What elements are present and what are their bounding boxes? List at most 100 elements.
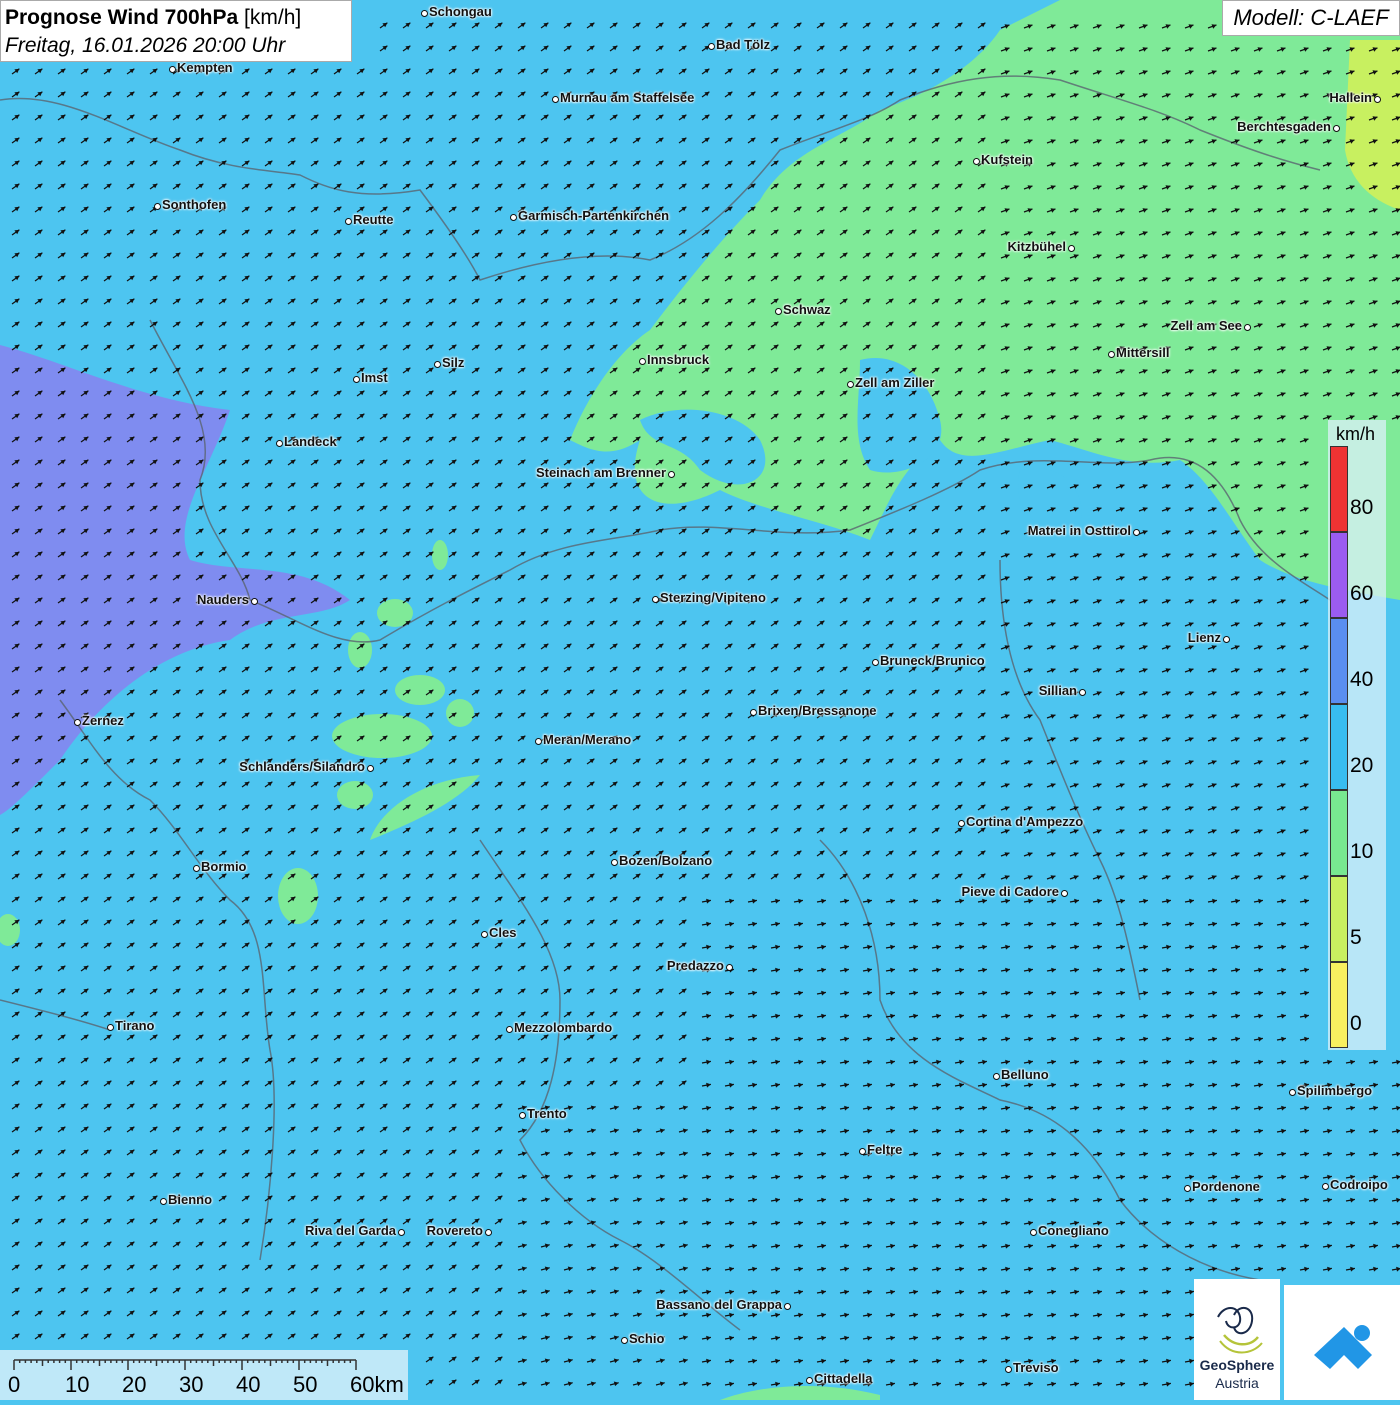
color-legend: km/h 80 60 40 20 10 5 0: [1328, 420, 1386, 1050]
scale-label: 0: [8, 1372, 20, 1398]
city-marker: [367, 765, 374, 772]
city-label: Predazzo: [667, 958, 724, 973]
city-label: Cles: [489, 925, 516, 940]
city-marker: [668, 471, 675, 478]
city-label: Steinach am Brenner: [536, 465, 666, 480]
city-label: Feltre: [867, 1142, 902, 1157]
city-label: Zell am Ziller: [855, 375, 934, 390]
legend-tick-label: 80: [1350, 496, 1373, 520]
city-label: Berchtesgaden: [1237, 119, 1331, 134]
city-marker: [506, 1026, 513, 1033]
city-label: Matrei in Osttirol: [1028, 523, 1131, 538]
city-label: Landeck: [284, 434, 337, 449]
scale-label: 10: [65, 1372, 89, 1398]
scale-label: 40: [236, 1372, 260, 1398]
city-marker: [973, 158, 980, 165]
city-label: Bruneck/Brunico: [880, 653, 985, 668]
legend-tick-label: 0: [1350, 1012, 1362, 1036]
city-label: Treviso: [1013, 1360, 1059, 1375]
city-marker: [708, 43, 715, 50]
brand-sub: Austria: [1194, 1375, 1280, 1391]
city-marker: [847, 381, 854, 388]
city-label: Pieve di Cadore: [961, 884, 1059, 899]
legend-swatch: [1330, 704, 1348, 790]
city-marker: [775, 308, 782, 315]
model-label: Modell: C-LAEF: [1222, 0, 1400, 36]
map-title: Prognose Wind 700hPa [km/h]: [5, 4, 347, 32]
city-marker: [345, 218, 352, 225]
city-marker: [1374, 96, 1381, 103]
city-label: Reutte: [353, 212, 393, 227]
city-marker: [276, 440, 283, 447]
city-marker: [552, 96, 559, 103]
city-marker: [1223, 636, 1230, 643]
city-marker: [107, 1024, 114, 1031]
city-label: Trento: [527, 1106, 567, 1121]
legend-tick-label: 10: [1350, 840, 1373, 864]
city-label: Tirano: [115, 1018, 155, 1033]
city-label: Codroipo: [1330, 1177, 1388, 1192]
city-marker: [160, 1198, 167, 1205]
city-marker: [784, 1303, 791, 1310]
city-label: Garmisch-Partenkirchen: [518, 208, 669, 223]
city-label: Schlanders/Silandro: [239, 759, 365, 774]
city-marker: [434, 361, 441, 368]
legend-tick-label: 5: [1350, 926, 1362, 950]
scale-label: 50: [293, 1372, 317, 1398]
city-marker: [639, 358, 646, 365]
geosphere-logo: GeoSphere Austria: [1194, 1279, 1280, 1400]
geosphere-swirl-icon: [1194, 1287, 1280, 1367]
city-label: Nauders: [197, 592, 249, 607]
city-marker: [993, 1073, 1000, 1080]
city-label: Cortina d'Ampezzo: [966, 814, 1083, 829]
external-link-icon[interactable]: [1284, 1285, 1400, 1400]
city-marker: [1079, 689, 1086, 696]
legend-unit: km/h: [1336, 424, 1375, 445]
city-label: Zell am See: [1170, 318, 1242, 333]
city-marker: [1244, 324, 1251, 331]
scale-label: 60km: [350, 1372, 404, 1398]
city-label: Mittersill: [1116, 345, 1169, 360]
city-marker: [1322, 1183, 1329, 1190]
city-marker: [1333, 125, 1340, 132]
city-label: Schio: [629, 1331, 664, 1346]
city-label: Sterzing/Vipiteno: [660, 590, 766, 605]
city-label: Meran/Merano: [543, 732, 631, 747]
city-label: Pordenone: [1192, 1179, 1260, 1194]
city-marker: [611, 859, 618, 866]
city-label: Zernez: [82, 713, 124, 728]
title-box: Prognose Wind 700hPa [km/h] Freitag, 16.…: [0, 0, 352, 62]
legend-swatch: [1330, 446, 1348, 532]
legend-tick-label: 20: [1350, 754, 1373, 778]
city-marker: [806, 1377, 813, 1384]
city-marker: [481, 931, 488, 938]
city-marker: [726, 964, 733, 971]
city-label: Murnau am Staffelsee: [560, 90, 694, 105]
legend-swatch: [1330, 790, 1348, 876]
city-marker: [421, 10, 428, 17]
legend-tick-label: 40: [1350, 668, 1373, 692]
city-marker: [251, 598, 258, 605]
city-label: Schwaz: [783, 302, 831, 317]
city-marker: [621, 1337, 628, 1344]
city-label: Kempten: [177, 60, 233, 75]
city-marker: [1061, 890, 1068, 897]
legend-tick-label: 60: [1350, 582, 1373, 606]
city-marker: [519, 1112, 526, 1119]
city-label: Bassano del Grappa: [656, 1297, 782, 1312]
city-label: Bormio: [201, 859, 247, 874]
city-label: Brixen/Bressanone: [758, 703, 877, 718]
city-marker: [193, 865, 200, 872]
legend-swatch: [1330, 962, 1348, 1048]
city-label: Bozen/Bolzano: [619, 853, 712, 868]
city-label: Kitzbühel: [1008, 239, 1067, 254]
city-marker: [958, 820, 965, 827]
scale-label: 20: [122, 1372, 146, 1398]
city-marker: [169, 66, 176, 73]
city-marker: [1184, 1185, 1191, 1192]
city-marker: [353, 376, 360, 383]
city-marker: [535, 738, 542, 745]
city-label: Cittadella: [814, 1371, 873, 1386]
city-label: Innsbruck: [647, 352, 709, 367]
city-marker: [859, 1148, 866, 1155]
